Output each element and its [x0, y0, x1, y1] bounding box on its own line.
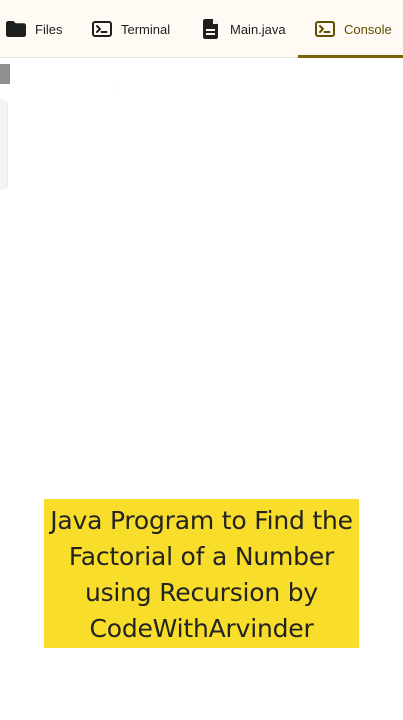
tab-console[interactable]: Console [298, 0, 403, 58]
tab-terminal-label: Terminal [121, 21, 171, 37]
left-edge-panel [0, 99, 7, 190]
folder-icon [5, 18, 27, 40]
terminal-icon [91, 18, 113, 40]
tab-main-java[interactable]: Main.java [200, 0, 286, 58]
terminal-icon [314, 18, 336, 40]
app-screen: Files Terminal Main.java Console Java Pr… [0, 0, 403, 720]
active-tab-indicator [298, 55, 403, 58]
video-caption: Java Program to Find the Factorial of a … [44, 499, 359, 648]
tab-files-label: Files [35, 21, 63, 37]
tab-files[interactable]: Files [5, 0, 62, 58]
faint-divider-mark [114, 84, 115, 92]
tab-console-label: Console [344, 21, 392, 37]
top-tab-bar: Files Terminal Main.java Console [0, 0, 403, 58]
left-edge-marker [0, 64, 10, 84]
tab-main-java-label: Main.java [230, 21, 286, 37]
tab-terminal[interactable]: Terminal [91, 0, 170, 58]
file-icon [200, 18, 222, 40]
